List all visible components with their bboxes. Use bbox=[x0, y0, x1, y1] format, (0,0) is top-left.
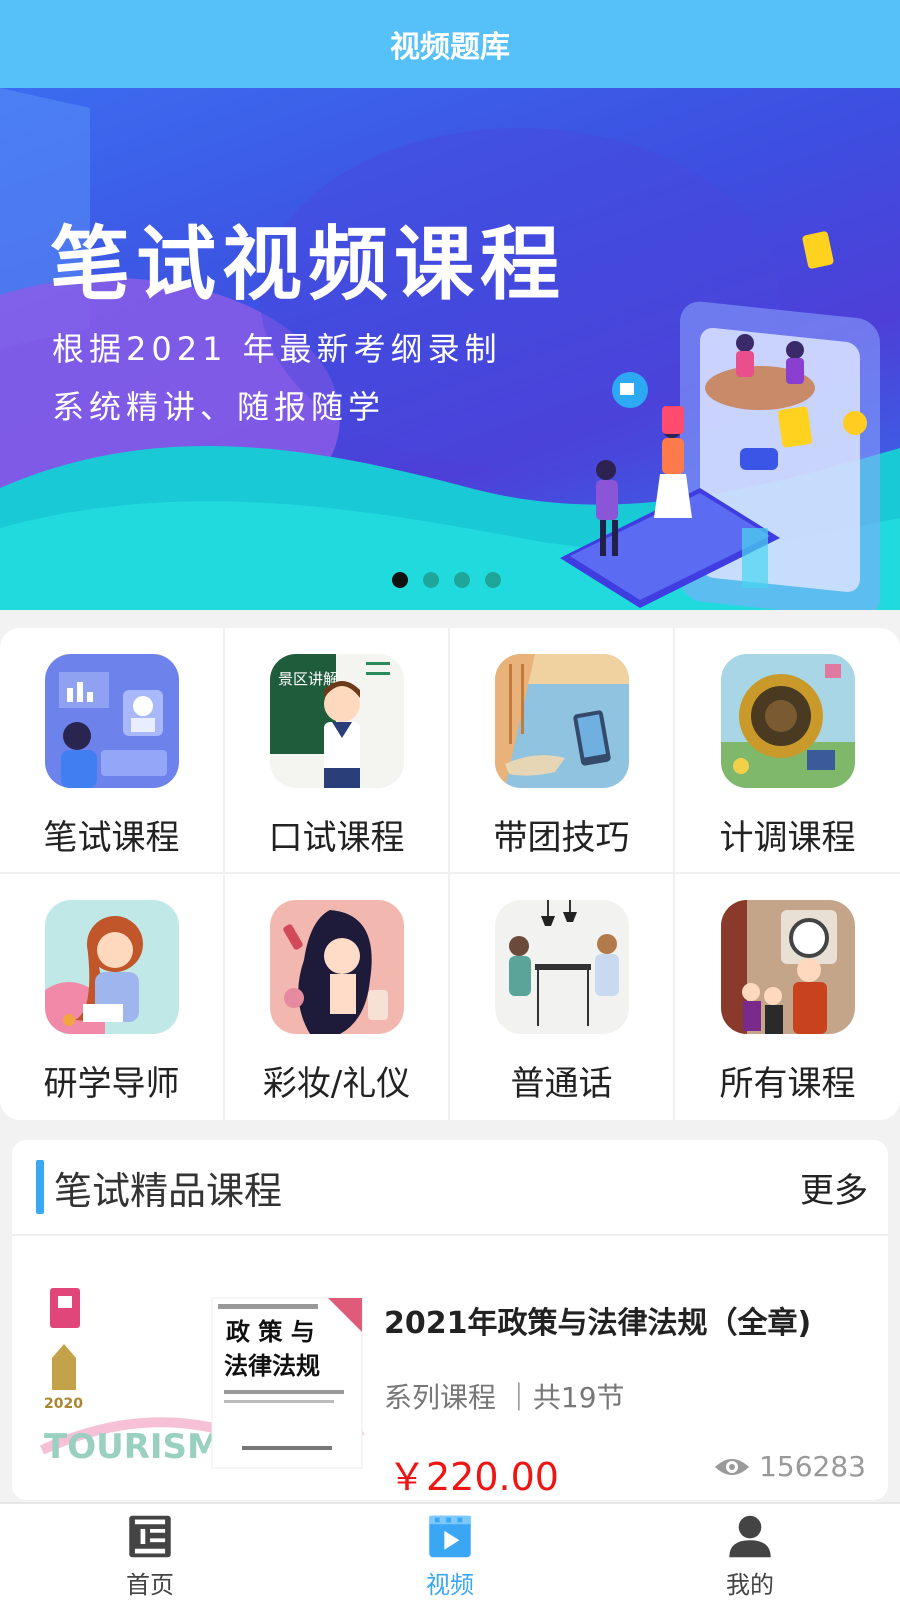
carousel-indicator bbox=[392, 572, 501, 588]
carousel-dot[interactable] bbox=[392, 572, 408, 588]
course-price: ￥220.00 bbox=[388, 1455, 559, 1499]
boat-river-illustration bbox=[494, 654, 629, 788]
category-makeup-etiquette[interactable]: 彩妆/礼仪 bbox=[225, 874, 450, 1120]
category-label: 研学导师 bbox=[43, 1064, 180, 1104]
cover-title-line2: 法律法规 bbox=[224, 1352, 320, 1380]
category-label: 笔试课程 bbox=[43, 818, 180, 858]
course-title: 2021年政策与法律法规（全章) bbox=[384, 1306, 812, 1341]
course-card[interactable]: 2020 TOURISM 政 策 与 法律法规 2021年政策与法律法规（全章)… bbox=[12, 1236, 888, 1499]
category-mandarin[interactable]: 普通话 bbox=[450, 874, 675, 1120]
course-meta: 系列课程 ｜共19节 bbox=[384, 1381, 625, 1414]
carousel-dot[interactable] bbox=[454, 572, 470, 588]
play-video-icon bbox=[429, 1515, 471, 1558]
category-label: 计调课程 bbox=[719, 818, 856, 858]
featured-courses-section: 笔试精品课程 更多 2020 TOURISM 政 策 与 法律法规 2021年政… bbox=[12, 1140, 888, 1500]
section-title: 笔试精品课程 bbox=[36, 1160, 282, 1215]
category-written-course[interactable]: 笔试课程 bbox=[0, 628, 225, 874]
category-label: 口试课程 bbox=[268, 818, 405, 858]
section-title-text: 笔试精品课程 bbox=[54, 1168, 283, 1213]
cafe-chat-illustration bbox=[494, 900, 629, 1034]
category-label: 普通话 bbox=[510, 1064, 613, 1104]
category-grid: 笔试课程 景区讲解 口试课程 带团技巧 计调课程 研学导师 彩妆/礼仪 普通话 … bbox=[0, 628, 900, 1120]
more-link[interactable]: 更多 bbox=[800, 1163, 868, 1212]
bottom-tab-bar: 首页 视频 我的 bbox=[0, 1502, 900, 1600]
course-cover: 2020 TOURISM 政 策 与 法律法规 bbox=[32, 1280, 372, 1480]
tab-label: 视频 bbox=[426, 1571, 474, 1599]
banner-subtitle-line1: 根据2021 年最新考纲录制 bbox=[52, 330, 502, 368]
category-tour-skills[interactable]: 带团技巧 bbox=[450, 628, 675, 874]
tab-label: 首页 bbox=[126, 1571, 174, 1599]
view-count: 156283 bbox=[713, 1450, 866, 1483]
carousel-dot[interactable] bbox=[485, 572, 501, 588]
film-strip-icon bbox=[129, 1515, 171, 1558]
category-planning-course[interactable]: 计调课程 bbox=[675, 628, 900, 874]
view-count-value: 156283 bbox=[759, 1450, 866, 1483]
cover-year: 2020 bbox=[44, 1396, 83, 1412]
thumb-text: 景区讲解 bbox=[278, 670, 338, 688]
tab-home[interactable]: 首页 bbox=[0, 1504, 300, 1600]
makeup-girl-illustration bbox=[269, 900, 404, 1034]
category-all-courses[interactable]: 所有课程 bbox=[675, 874, 900, 1120]
section-header: 笔试精品课程 更多 bbox=[12, 1140, 888, 1236]
category-label: 彩妆/礼仪 bbox=[262, 1064, 411, 1104]
cover-brand: TOURISM bbox=[44, 1427, 221, 1467]
cover-title-line1: 政 策 与 bbox=[226, 1318, 315, 1346]
category-study-tutor[interactable]: 研学导师 bbox=[0, 874, 225, 1120]
promo-banner[interactable]: 笔试视频课程 根据2021 年最新考纲录制 系统精讲、随报随学 bbox=[0, 88, 900, 610]
app-screen: 视频题库 笔试视频课程 根据2021 年最新考纲录制 系统精讲、随报随学 笔试课… bbox=[0, 0, 900, 1600]
eye-icon bbox=[715, 1458, 750, 1475]
category-oral-course[interactable]: 景区讲解 口试课程 bbox=[225, 628, 450, 874]
reading-girl-illustration bbox=[44, 900, 179, 1034]
guide-teacher-illustration: 景区讲解 bbox=[269, 654, 404, 788]
page-title: 视频题库 bbox=[390, 30, 510, 65]
category-label: 所有课程 bbox=[719, 1064, 856, 1104]
section-accent-bar bbox=[36, 1160, 44, 1214]
category-label: 带团技巧 bbox=[493, 818, 630, 858]
banner-title: 笔试视频课程 bbox=[50, 218, 566, 311]
tab-label: 我的 bbox=[726, 1571, 774, 1599]
carousel-dot[interactable] bbox=[423, 572, 439, 588]
tab-video[interactable]: 视频 bbox=[300, 1504, 600, 1600]
clock-landscape-illustration bbox=[720, 654, 855, 788]
banner-subtitle-line2: 系统精讲、随报随学 bbox=[52, 388, 386, 426]
app-header: 视频题库 bbox=[0, 0, 900, 88]
tab-mine[interactable]: 我的 bbox=[600, 1504, 900, 1600]
study-robot-illustration bbox=[44, 654, 179, 788]
opera-figures-illustration bbox=[720, 900, 855, 1034]
user-icon bbox=[729, 1515, 771, 1558]
